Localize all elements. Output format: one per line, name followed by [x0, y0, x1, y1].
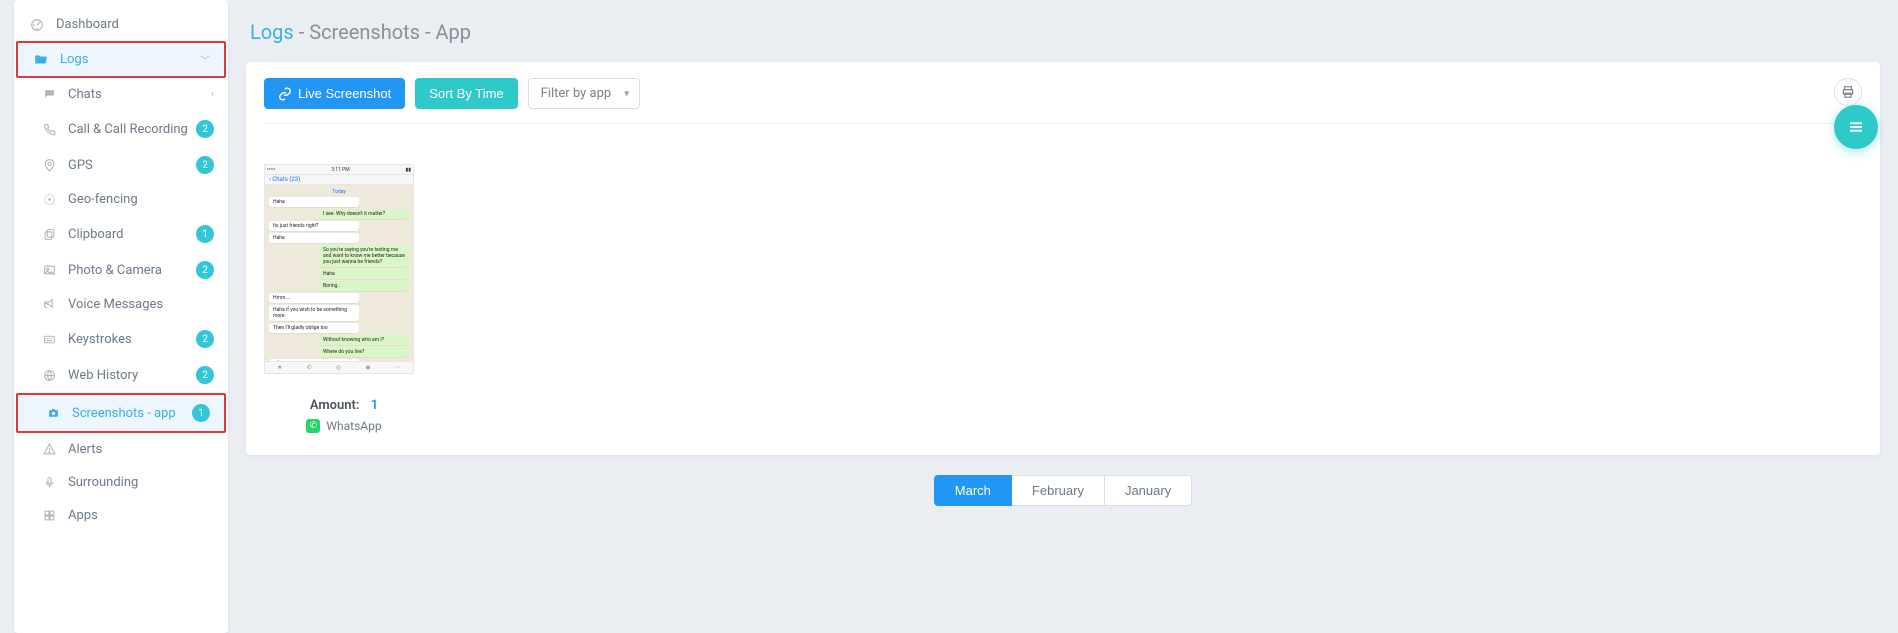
sidebar-item-chats[interactable]: Chats ‹ [14, 78, 228, 111]
count-badge: 1 [192, 404, 210, 422]
chat-bubble: Haha if you wish to be something more [269, 305, 359, 321]
chat-bubble: So you're saying you're texting me and w… [319, 245, 409, 267]
sidebar-item-label: Surrounding [68, 475, 138, 490]
toolbar: Live Screenshot Sort By Time Filter by a… [264, 78, 1862, 124]
phone-chats-header: ‹ Chats (23) [265, 175, 413, 185]
month-tab-february[interactable]: February [1012, 475, 1105, 506]
main: Logs - Screenshots - App Live Screenshot… [228, 0, 1898, 633]
dashboard-icon [28, 18, 46, 32]
phone-statusbar: ••••• 3:11 PM ▮▮ [265, 165, 413, 175]
sidebar-item-label: Screenshots - app [72, 406, 176, 421]
count-badge: 1 [196, 225, 214, 243]
speaker-icon [40, 298, 58, 311]
keyboard-icon [40, 333, 58, 346]
screenshot-card[interactable]: ••••• 3:11 PM ▮▮ ‹ Chats (23) Today Haha… [264, 164, 424, 433]
sidebar-item-web-history[interactable]: Web History 2 [14, 357, 228, 393]
chevron-left-icon: ‹ [211, 89, 214, 100]
alert-icon [40, 443, 58, 456]
month-tab-march[interactable]: March [934, 475, 1012, 506]
chat-bubble: Without knowing who am I? [319, 335, 409, 345]
sidebar-item-gps[interactable]: GPS 2 [14, 147, 228, 183]
count-badge: 2 [196, 330, 214, 348]
chat-bubble: Haha [269, 233, 359, 243]
sidebar-item-alerts[interactable]: Alerts [14, 433, 228, 466]
globe-icon [40, 369, 58, 382]
sidebar: Dashboard Logs ﹀ Chats ‹ Call & Call Recor… [14, 0, 228, 633]
filter-by-app-select[interactable]: Filter by app [528, 78, 641, 109]
phone-tabbar: ★✆◎◉⋯ [265, 361, 413, 373]
phone-icon [40, 123, 58, 136]
whatsapp-icon: ✆ [306, 419, 320, 433]
pin-icon [40, 159, 58, 172]
sidebar-item-label: Photo & Camera [68, 263, 162, 278]
breadcrumb-screenshots: Screenshots [309, 20, 420, 44]
sidebar-item-screenshots-app[interactable]: Screenshots - app 1 [16, 393, 226, 433]
chat-bubble: I see. Why doesn't it matter? [319, 209, 409, 219]
breadcrumb-logs[interactable]: Logs [250, 20, 294, 44]
sidebar-item-logs[interactable]: Logs ﹀ [16, 41, 226, 78]
sidebar-item-surrounding[interactable]: Surrounding [14, 466, 228, 499]
panel: Live Screenshot Sort By Time Filter by a… [246, 62, 1880, 455]
sidebar-item-clipboard[interactable]: Clipboard 1 [14, 216, 228, 252]
month-tabs: MarchFebruaryJanuary [246, 475, 1880, 506]
sidebar-item-apps[interactable]: Apps [14, 499, 228, 532]
sidebar-item-label: Web History [68, 368, 138, 383]
printer-icon [1841, 85, 1855, 99]
live-screenshot-button[interactable]: Live Screenshot [264, 78, 405, 109]
sidebar-item-label: Logs [60, 52, 88, 67]
chats-icon [40, 88, 58, 101]
screenshot-amount: Amount: 1 [264, 398, 424, 413]
sidebar-item-label: Chats [68, 87, 102, 102]
image-icon [40, 264, 58, 277]
fab-menu-button[interactable] [1834, 105, 1878, 149]
breadcrumb-app: App [435, 20, 471, 44]
chat-bubble: Boring.. [319, 281, 409, 291]
sidebar-item-voice-messages[interactable]: Voice Messages [14, 288, 228, 321]
sidebar-item-label: GPS [68, 158, 93, 173]
geofence-icon [40, 193, 58, 206]
count-badge: 2 [196, 120, 214, 138]
sidebar-item-label: Apps [68, 508, 98, 523]
sidebar-item-geo-fencing[interactable]: Geo-fencing [14, 183, 228, 216]
screenshot-thumbnail[interactable]: ••••• 3:11 PM ▮▮ ‹ Chats (23) Today Haha… [264, 164, 414, 374]
link-icon [278, 87, 292, 101]
apps-icon [40, 509, 58, 522]
sidebar-item-label: Alerts [68, 442, 102, 457]
sidebar-item-label: Keystrokes [68, 332, 132, 347]
month-tab-january[interactable]: January [1105, 475, 1192, 506]
sidebar-item-label: Call & Call Recording [68, 122, 188, 137]
sidebar-item-label: Clipboard [68, 227, 124, 242]
camera-icon [44, 407, 62, 420]
sidebar-item-label: Voice Messages [68, 297, 163, 312]
chat-bubble: Haha [269, 197, 359, 207]
chat-bubble: Haha [319, 269, 409, 279]
count-badge: 2 [196, 366, 214, 384]
chat-bubble: Then I'll gladly oblige too [269, 323, 359, 333]
count-badge: 2 [196, 156, 214, 174]
count-badge: 2 [196, 261, 214, 279]
sidebar-item-call-call-recording[interactable]: Call & Call Recording 2 [14, 111, 228, 147]
sidebar-item-keystrokes[interactable]: Keystrokes 2 [14, 321, 228, 357]
sidebar-item-label: Dashboard [56, 17, 119, 32]
sidebar-item-label: Geo-fencing [68, 192, 138, 207]
breadcrumb: Logs - Screenshots - App [246, 0, 1880, 62]
chevron-down-icon: ﹀ [200, 52, 210, 67]
mic-icon [40, 476, 58, 489]
sidebar-item-dashboard[interactable]: Dashboard [14, 8, 228, 41]
sort-by-time-button[interactable]: Sort By Time [415, 78, 517, 109]
chat-bubble: Its just friends right? [269, 221, 359, 231]
print-button[interactable] [1834, 78, 1862, 106]
sidebar-item-photo-camera[interactable]: Photo & Camera 2 [14, 252, 228, 288]
menu-icon [1847, 118, 1865, 136]
clipboard-icon [40, 228, 58, 241]
chat-bubble: Where do you live? [319, 347, 409, 357]
chat-bubble: Hmm.... [269, 293, 359, 303]
folder-open-icon [32, 53, 50, 67]
screenshot-app-tag: ✆ WhatsApp [306, 419, 381, 433]
